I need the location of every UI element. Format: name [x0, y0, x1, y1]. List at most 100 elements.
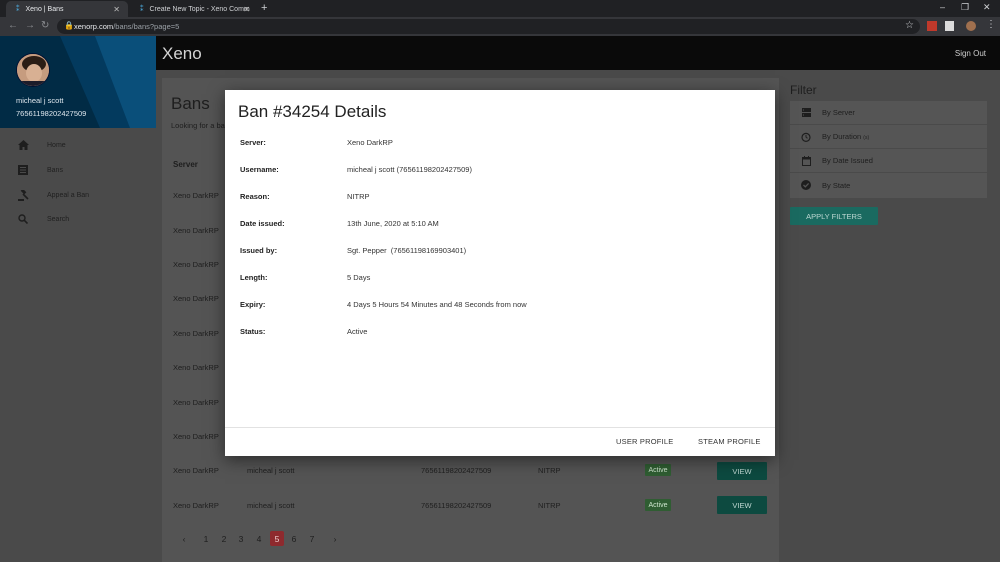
- filter-label: By State: [822, 180, 851, 190]
- status-badge: Active: [645, 499, 671, 511]
- brand-title[interactable]: Xeno: [162, 44, 202, 64]
- gavel-icon: [17, 189, 29, 201]
- url-text: xenorp.com/bans/bans?page=5: [74, 22, 179, 31]
- detail-label-username: Username:: [240, 165, 279, 174]
- column-header-server: Server: [173, 160, 198, 169]
- table-row-server: Xeno DarkRP: [173, 466, 219, 475]
- browser-tab-title: Create New Topic - Xeno Comm: [149, 5, 250, 13]
- table-row-server: Xeno DarkRP: [173, 501, 219, 510]
- table-row-server: Xeno DarkRP: [173, 432, 219, 441]
- sidebar-item-home[interactable]: Home: [0, 134, 156, 156]
- minimize-icon[interactable]: –: [940, 2, 945, 12]
- bookmark-star-icon[interactable]: ☆: [905, 20, 914, 31]
- browser-tab-title: Xeno | Bans: [25, 5, 64, 13]
- sidebar-item-label: Home: [47, 141, 66, 149]
- reload-icon[interactable]: ↻: [41, 20, 49, 31]
- table-row-steam-id: 76561198202427509: [421, 501, 492, 510]
- ban-details-modal: Ban #34254 Details Server: Xeno DarkRP U…: [225, 90, 775, 456]
- pagination-next[interactable]: ›: [328, 531, 342, 546]
- pagination-page-4[interactable]: 4: [252, 531, 266, 546]
- table-row-server: Xeno DarkRP: [173, 294, 219, 303]
- sidebar-profile-header: micheal j scott 76561198202427509: [0, 36, 156, 128]
- table-row-server: Xeno DarkRP: [173, 226, 219, 235]
- detail-value-length: 5 Days: [347, 273, 371, 282]
- pagination-page-6[interactable]: 6: [287, 531, 301, 546]
- close-window-icon[interactable]: ✕: [983, 2, 991, 13]
- sign-out-link[interactable]: Sign Out: [955, 49, 986, 58]
- detail-label-expiry: Expiry:: [240, 300, 266, 309]
- table-row-server: Xeno DarkRP: [173, 363, 219, 372]
- browser-tab-create-topic[interactable]: ⁑ Create New Topic - Xeno Comm ✕: [130, 1, 258, 17]
- sidebar-item-search[interactable]: Search: [0, 208, 156, 230]
- detail-label-date-issued: Date issued:: [240, 219, 285, 228]
- browser-menu-icon[interactable]: ⋮: [986, 19, 996, 30]
- sidebar-item-label: Bans: [47, 166, 63, 174]
- detail-value-status: Active: [347, 327, 368, 336]
- table-row-steam-id: 76561198202427509: [421, 466, 492, 475]
- table-row-reason: NITRP: [538, 466, 561, 475]
- modal-footer-divider: [225, 427, 775, 428]
- table-row-reason: NITRP: [538, 501, 561, 510]
- filter-label-suffix: (s): [863, 135, 870, 141]
- pagination-page-1[interactable]: 1: [199, 531, 213, 546]
- new-tab-button[interactable]: +: [261, 2, 267, 14]
- table-row-server: Xeno DarkRP: [173, 329, 219, 338]
- detail-value-issued-by: Sgt. Pepper (76561198169903401): [347, 246, 467, 255]
- page-subtitle: Looking for a ba: [171, 121, 225, 130]
- detail-label-reason: Reason:: [240, 192, 270, 201]
- tab-close-icon[interactable]: ✕: [243, 5, 250, 14]
- detail-value-date-issued: 13th June, 2020 at 5:10 AM: [347, 219, 439, 228]
- apply-filters-button[interactable]: APPLY FILTERS: [790, 207, 878, 225]
- search-icon: [17, 213, 29, 225]
- table-row-username: micheal j scott: [247, 466, 295, 475]
- filter-card: By Server By Duration (s) By Date Issued…: [790, 101, 987, 198]
- filter-by-date-issued[interactable]: By Date Issued: [790, 149, 987, 173]
- server-icon: [801, 108, 811, 118]
- sidebar-item-bans[interactable]: Bans: [0, 159, 156, 181]
- restore-icon[interactable]: ❐: [961, 2, 969, 13]
- profile-avatar-icon[interactable]: [966, 21, 976, 31]
- user-name: micheal j scott: [16, 96, 64, 105]
- pagination-prev[interactable]: ‹: [177, 531, 191, 546]
- back-icon[interactable]: ←: [8, 20, 18, 31]
- detail-value-expiry: 4 Days 5 Hours 54 Minutes and 48 Seconds…: [347, 300, 527, 309]
- extension-icon[interactable]: [945, 21, 954, 31]
- detail-label-length: Length:: [240, 273, 268, 282]
- view-button[interactable]: VIEW: [717, 462, 767, 480]
- url-path: /bans/bans?page=5: [113, 22, 180, 31]
- pagination-page-7[interactable]: 7: [305, 531, 319, 546]
- table-row-server: Xeno DarkRP: [173, 191, 219, 200]
- filter-by-state[interactable]: By State: [790, 173, 987, 197]
- browser-tab-bans[interactable]: ⁑ Xeno | Bans ✕: [6, 1, 128, 17]
- list-icon: [17, 164, 29, 176]
- home-icon: [17, 139, 29, 151]
- browser-toolbar: ← → ↻ 🔒 xenorp.com/bans/bans?page=5 ☆ ⋮: [0, 17, 1000, 36]
- filter-by-duration[interactable]: By Duration (s): [790, 125, 987, 149]
- detail-value-server: Xeno DarkRP: [347, 138, 393, 147]
- detail-value-username: micheal j scott (76561198202427509): [347, 165, 472, 174]
- status-badge: Active: [645, 464, 671, 476]
- address-bar[interactable]: 🔒 xenorp.com/bans/bans?page=5 ☆: [57, 19, 920, 34]
- sidebar: micheal j scott 76561198202427509 Home B…: [0, 36, 156, 562]
- steam-profile-button[interactable]: STEAM PROFILE: [698, 437, 761, 446]
- tab-close-icon[interactable]: ✕: [113, 5, 120, 14]
- filter-label: By Server: [822, 108, 855, 117]
- table-row-username: micheal j scott: [247, 501, 295, 510]
- user-profile-button[interactable]: USER PROFILE: [616, 437, 673, 446]
- filter-label: By Date Issued: [822, 156, 873, 165]
- forward-icon[interactable]: →: [25, 20, 35, 31]
- modal-title: Ban #34254 Details: [238, 102, 387, 121]
- sidebar-item-appeal[interactable]: Appeal a Ban: [0, 184, 156, 206]
- site-favicon-icon: ⁑: [140, 6, 144, 13]
- filter-by-server[interactable]: By Server: [790, 101, 987, 125]
- detail-label-status: Status:: [240, 327, 266, 336]
- pagination-page-3[interactable]: 3: [234, 531, 248, 546]
- view-button[interactable]: VIEW: [717, 496, 767, 514]
- adblock-extension-icon[interactable]: [927, 21, 937, 31]
- calendar-icon: [801, 155, 811, 166]
- pagination-page-5-current[interactable]: 5: [270, 531, 284, 546]
- sidebar-item-label: Appeal a Ban: [47, 191, 90, 199]
- avatar[interactable]: [16, 53, 50, 87]
- sidebar-item-label: Search: [47, 215, 70, 223]
- pagination-page-2[interactable]: 2: [217, 531, 231, 546]
